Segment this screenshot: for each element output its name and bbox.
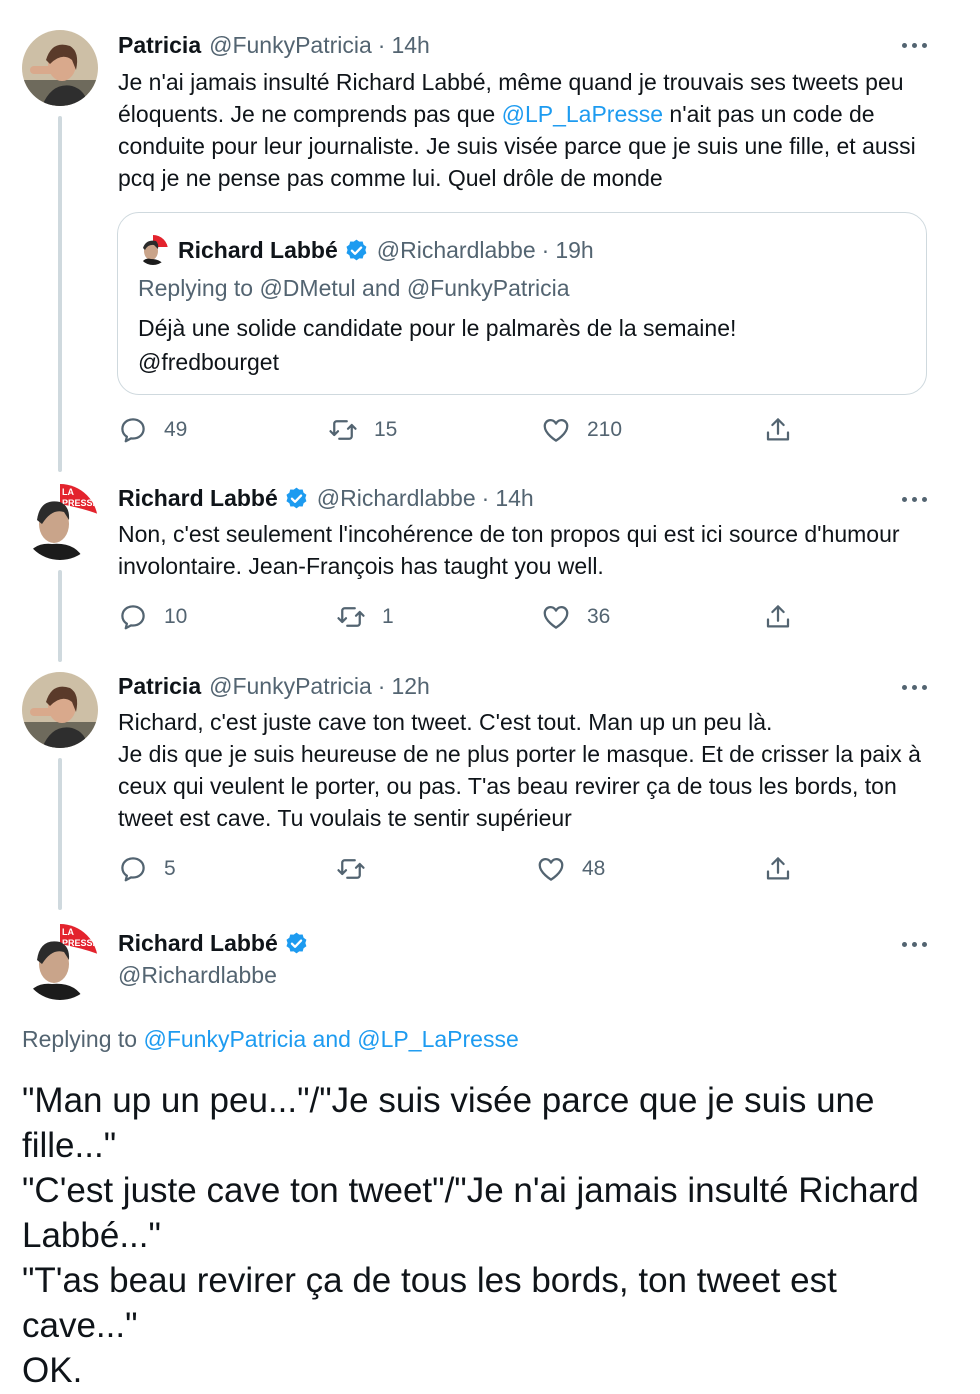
thread-connector [58,116,62,472]
retweet-count: 15 [374,418,398,441]
quote-avatar [138,235,168,265]
main-tweet-line: OK. [22,1351,83,1390]
verified-badge-icon [286,932,307,954]
verified-badge-icon [286,487,307,509]
author-handle[interactable]: @Richardlabbe [317,485,476,512]
thread-connector [58,570,62,662]
more-options-icon[interactable] [902,496,928,504]
svg-text:PRESSE: PRESSE [62,938,98,948]
author-name[interactable]: Richard Labbé [118,485,278,512]
tweet-text-line: Je dis que je suis heureuse de ne plus p… [118,741,921,831]
tweet-text: Je n'ai jamais insulté Richard Labbé, mê… [118,66,938,194]
retweet-icon [337,607,365,627]
retweet-button[interactable]: 15 [328,415,397,445]
replying-to: Replying to @FunkyPatricia and @LP_LaPre… [22,1026,519,1053]
quote-timestamp: 19h [555,236,594,263]
svg-text:LA: LA [62,487,74,497]
reply-button[interactable]: 5 [118,854,176,884]
replying-label: Replying to [22,1026,144,1052]
author-name[interactable]: Patricia [118,32,201,59]
share-button[interactable] [763,602,793,632]
heart-icon [543,419,569,442]
more-options-icon[interactable] [902,684,928,692]
author-name[interactable]: Richard Labbé [118,930,278,957]
quoted-tweet[interactable]: Richard Labbé @Richardlabbe · 19h Replyi… [117,212,927,395]
verified-badge-icon [346,239,367,260]
like-button[interactable]: 48 [536,854,605,884]
reply-count: 10 [164,605,188,628]
reply-icon [121,857,145,882]
separator: · [541,236,550,263]
retweet-icon [329,420,357,440]
tweet-text: Non, c'est seulement l'incohérence de to… [118,521,900,579]
author-handle[interactable]: @FunkyPatricia [209,32,372,59]
share-icon [766,605,790,628]
heart-icon [543,606,569,629]
tweet-text-line: Richard, c'est juste cave ton tweet. C'e… [118,709,773,735]
avatar-patricia[interactable] [22,30,98,106]
timestamp[interactable]: 12h [391,673,429,700]
timestamp[interactable]: 14h [495,485,533,512]
author-name[interactable]: Patricia [118,673,201,700]
separator: · [481,485,490,511]
main-tweet-line: "Man up un peu..."/"Je suis visée parce … [22,1081,875,1165]
more-options-icon[interactable] [902,941,928,949]
author-handle[interactable]: @Richardlabbe [118,962,277,989]
timestamp[interactable]: 14h [391,32,429,59]
share-icon [766,857,790,880]
heart-icon [538,858,564,881]
like-count: 48 [582,857,606,880]
quote-author-name: Richard Labbé [178,236,338,263]
quote-author-handle: @Richardlabbe [376,236,536,263]
quote-text-line: Déjà une solide candidate pour le palmar… [138,315,737,341]
reply-count: 49 [164,418,188,441]
thread-connector [58,758,62,910]
svg-text:PRESSE: PRESSE [62,498,98,508]
avatar-richard[interactable]: LA PRESSE [22,484,98,560]
main-tweet-text: "Man up un peu..."/"Je suis visée parce … [22,1078,942,1393]
reply-count: 5 [164,857,176,880]
separator: · [377,32,386,58]
quote-replying-to: Replying to @DMetul and @FunkyPatricia [138,275,570,301]
like-button[interactable]: 210 [541,415,622,445]
avatar-patricia[interactable] [22,672,98,748]
tweet-actions: 10 1 36 [118,602,808,634]
author-handle[interactable]: @FunkyPatricia [209,673,372,700]
quote-text-line: @fredbourget [138,349,279,375]
separator: · [377,673,386,699]
like-count: 210 [587,418,623,441]
retweet-count: 1 [382,605,394,628]
main-tweet-line: "T'as beau revirer ça de tous les bords,… [22,1261,837,1345]
svg-text:LA: LA [62,927,74,937]
avatar-richard[interactable]: LA PRESSE [22,924,98,1000]
retweet-icon [337,859,365,879]
replying-mentions[interactable]: @FunkyPatricia and @LP_LaPresse [143,1026,518,1052]
reply-button[interactable]: 49 [118,415,187,445]
retweet-button[interactable] [336,854,382,884]
quote-text: Déjà une solide candidate pour le palmar… [138,311,898,379]
reply-button[interactable]: 10 [118,602,187,632]
more-options-icon[interactable] [902,42,928,50]
main-tweet-line: "C'est juste cave ton tweet"/"Je n'ai ja… [22,1171,919,1255]
like-button[interactable]: 36 [541,602,610,632]
like-count: 36 [587,605,611,628]
tweet-actions: 49 15 210 [118,415,808,447]
share-button[interactable] [763,854,793,884]
mention-link[interactable]: @LP_LaPresse [502,101,663,127]
tweet-text: Richard, c'est juste cave ton tweet. C'e… [118,706,938,834]
retweet-button[interactable]: 1 [336,602,394,632]
share-icon [766,418,790,441]
share-button[interactable] [763,415,793,445]
reply-icon [121,605,145,630]
reply-icon [121,418,145,443]
tweet-actions: 5 48 [118,854,808,886]
